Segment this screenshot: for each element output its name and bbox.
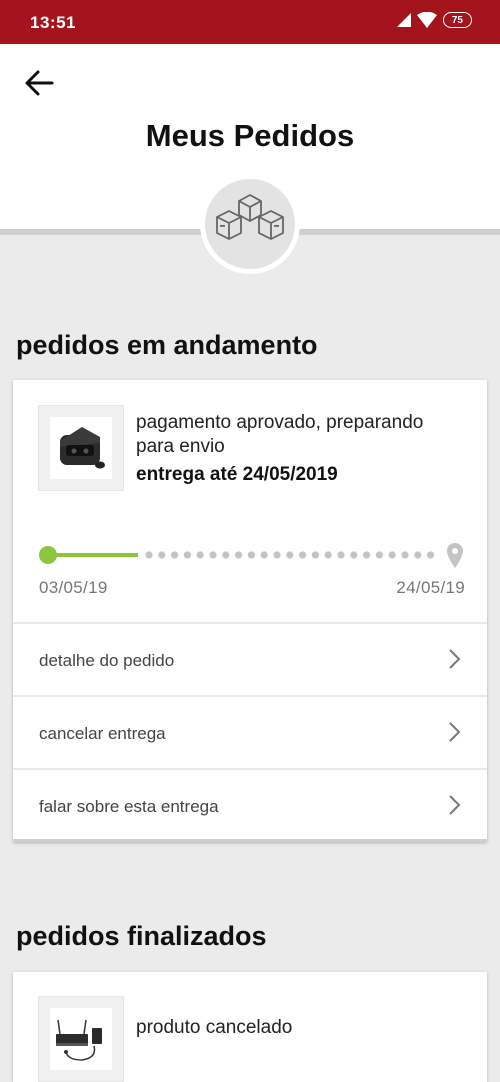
cancel-delivery-link[interactable]: cancelar entrega bbox=[13, 695, 487, 768]
finished-order-card: produto cancelado bbox=[13, 972, 487, 1082]
progress-remaining-dots bbox=[145, 551, 435, 559]
orders-badge bbox=[200, 174, 300, 274]
progress-dot bbox=[299, 551, 307, 559]
progress-dot bbox=[158, 551, 166, 559]
progress-dot bbox=[324, 551, 332, 559]
back-button[interactable] bbox=[20, 66, 58, 100]
section-title-in-progress: pedidos em andamento bbox=[16, 330, 318, 360]
talk-about-delivery-link[interactable]: falar sobre esta entrega bbox=[13, 768, 487, 841]
earbuds-case-image bbox=[60, 427, 105, 469]
progress-dot bbox=[286, 551, 294, 559]
order-detail-link[interactable]: detalhe do pedido bbox=[13, 622, 487, 695]
cancel-delivery-label: cancelar entrega bbox=[39, 724, 166, 743]
progress-dot bbox=[145, 551, 153, 559]
progress-dot bbox=[337, 551, 345, 559]
progress-dot bbox=[388, 551, 396, 559]
progress-dot bbox=[196, 551, 204, 559]
signal-icon bbox=[396, 13, 411, 27]
progress-start-dot bbox=[39, 546, 57, 564]
progress-dot bbox=[401, 551, 409, 559]
progress-dot bbox=[171, 551, 179, 559]
chevron-right-icon bbox=[449, 795, 461, 815]
order-status-text: produto cancelado bbox=[136, 1017, 293, 1038]
status-bar: 13:51 75 bbox=[0, 0, 500, 44]
product-thumbnail[interactable] bbox=[38, 405, 124, 491]
progress-dot bbox=[222, 551, 230, 559]
order-detail-label: detalhe do pedido bbox=[39, 651, 175, 670]
delivery-date: entrega até 24/05/2019 bbox=[136, 464, 338, 485]
progress-dot bbox=[363, 551, 371, 559]
chevron-right-icon bbox=[449, 722, 461, 742]
talk-about-delivery-label: falar sobre esta entrega bbox=[39, 797, 219, 816]
boxes-icon bbox=[216, 194, 284, 240]
progress-dot bbox=[311, 551, 319, 559]
order-status-text: pagamento aprovado, preparando para envi… bbox=[136, 412, 424, 457]
progress-dot bbox=[209, 551, 217, 559]
progress-dot bbox=[247, 551, 255, 559]
wifi-icon bbox=[416, 12, 437, 28]
wireless-mic-image bbox=[56, 1019, 102, 1061]
progress-dot bbox=[260, 551, 268, 559]
progress-dot bbox=[273, 551, 281, 559]
arrow-left-icon bbox=[25, 70, 54, 96]
battery-indicator: 75 bbox=[442, 12, 472, 28]
progress-dot bbox=[235, 551, 243, 559]
end-date: 24/05/19 bbox=[396, 578, 465, 597]
page-title: Meus Pedidos bbox=[145, 118, 355, 153]
section-title-finished: pedidos finalizados bbox=[16, 921, 267, 951]
delivery-progress-tracker bbox=[39, 543, 463, 568]
start-date: 03/05/19 bbox=[39, 578, 108, 597]
chevron-right-icon bbox=[449, 649, 461, 669]
progress-dot bbox=[350, 551, 358, 559]
location-pin-icon bbox=[447, 543, 463, 568]
status-time: 13:51 bbox=[30, 13, 76, 32]
progress-dot bbox=[375, 551, 383, 559]
active-order-card: pagamento aprovado, preparando para envi… bbox=[13, 380, 487, 842]
status-icons: 75 bbox=[396, 12, 472, 28]
product-thumbnail[interactable] bbox=[38, 996, 124, 1082]
progress-dot bbox=[414, 551, 422, 559]
progress-dot bbox=[183, 551, 191, 559]
progress-dot bbox=[427, 551, 435, 559]
